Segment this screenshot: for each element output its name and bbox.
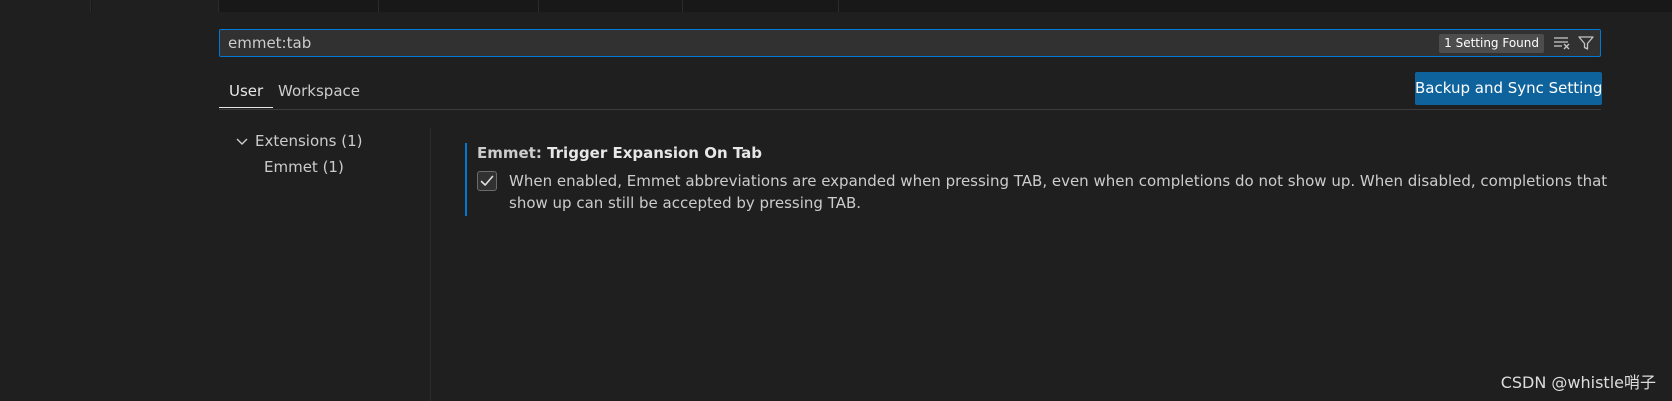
setting-name: Trigger Expansion On Tab	[547, 144, 763, 162]
editor-tab[interactable]	[0, 0, 91, 12]
setting-description: When enabled, Emmet abbreviations are ex…	[509, 172, 1608, 212]
chevron-down-icon[interactable]	[235, 135, 249, 149]
result-count-badge: 1 Setting Found	[1439, 34, 1544, 53]
search-input[interactable]	[228, 30, 1328, 56]
clear-filter-icon[interactable]	[1552, 33, 1572, 53]
editor-tab[interactable]	[684, 0, 839, 12]
toc-item-emmet[interactable]: Emmet (1)	[264, 156, 344, 178]
watermark: CSDN @whistle哨子	[1500, 373, 1656, 392]
filter-icon[interactable]	[1576, 33, 1596, 53]
settings-editor: 1 Setting Found User Workspace Backup an…	[0, 0, 1672, 401]
scope-tabs-divider	[219, 109, 1601, 110]
toc-group-extensions[interactable]: Extensions (1)	[255, 130, 362, 152]
settings-search-box[interactable]: 1 Setting Found	[219, 29, 1601, 57]
editor-tab[interactable]	[540, 0, 683, 12]
setting-focus-indicator	[465, 143, 467, 216]
setting-category: Emmet:	[477, 144, 548, 162]
editor-tab[interactable]	[220, 0, 379, 12]
tab-user[interactable]: User	[219, 78, 274, 108]
backup-sync-button[interactable]: Backup and Sync Settings	[1415, 72, 1602, 105]
tab-workspace[interactable]: Workspace	[268, 78, 370, 108]
toc-divider	[430, 128, 431, 401]
checkmark-icon	[480, 175, 494, 186]
editor-tab[interactable]	[380, 0, 539, 12]
setting-title: Emmet: Trigger Expansion On Tab	[477, 143, 762, 163]
setting-checkbox[interactable]	[477, 171, 497, 191]
editor-tab-active[interactable]	[92, 0, 219, 12]
setting-item: Emmet: Trigger Expansion On Tab When ena…	[465, 143, 1607, 216]
editor-tab-strip	[0, 0, 1672, 12]
